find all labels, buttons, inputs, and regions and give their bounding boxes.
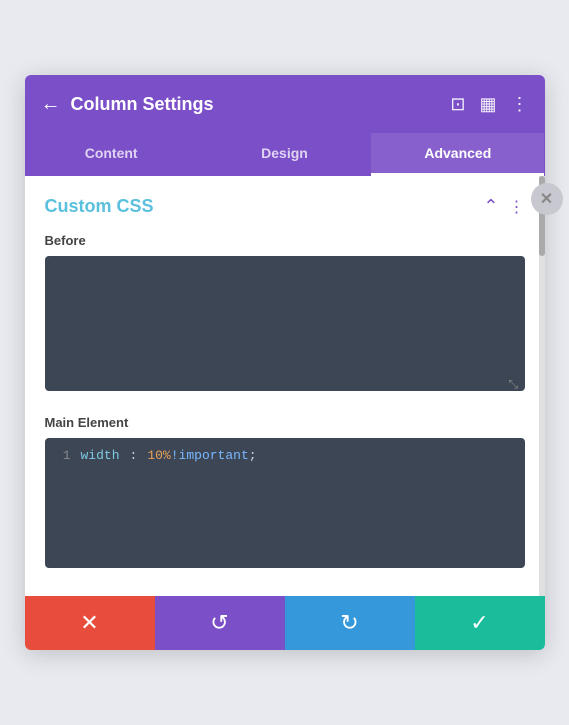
header-icons: ⊡ ▦ ⋮	[450, 94, 528, 115]
code-line-1: 1 width : 10%!important;	[57, 448, 513, 463]
resize-handle[interactable]: ⤡	[509, 377, 519, 387]
code-colon: :	[130, 448, 138, 463]
tab-design[interactable]: Design	[198, 133, 371, 176]
panel-wrapper: ← Column Settings ⊡ ▦ ⋮ Content Design A…	[25, 75, 545, 650]
tab-bar: Content Design Advanced	[25, 133, 545, 176]
section-controls: ⌃ ⋮	[483, 196, 524, 217]
code-semicolon: ;	[249, 448, 257, 463]
line-number: 1	[57, 448, 71, 463]
before-editor[interactable]: ⤡	[45, 256, 525, 391]
main-element-editor[interactable]: 1 width : 10%!important;	[45, 438, 525, 568]
collapse-icon[interactable]: ⌃	[483, 196, 498, 217]
panel-content: Custom CSS ⌃ ⋮ Before ⤡ Main Element	[25, 176, 545, 596]
save-button[interactable]: ✓	[415, 596, 545, 650]
tab-content[interactable]: Content	[25, 133, 198, 176]
cancel-button[interactable]: ✕	[25, 596, 155, 650]
columns-icon[interactable]: ▦	[479, 94, 496, 115]
redo-button[interactable]: ↻	[285, 596, 415, 650]
before-label: Before	[45, 233, 525, 248]
undo-button[interactable]: ↺	[155, 596, 285, 650]
main-element-field: Main Element 1 width : 10%!important;	[45, 415, 525, 568]
code-value-blue: !important	[171, 448, 249, 463]
code-value-orange: 10%	[147, 448, 170, 463]
frame-icon[interactable]: ⊡	[450, 94, 465, 115]
code-property: width	[81, 448, 120, 463]
panel-header: ← Column Settings ⊡ ▦ ⋮	[25, 75, 545, 133]
section-header: Custom CSS ⌃ ⋮	[45, 196, 525, 217]
column-settings-panel: ← Column Settings ⊡ ▦ ⋮ Content Design A…	[25, 75, 545, 650]
main-element-label: Main Element	[45, 415, 525, 430]
panel-title: Column Settings	[71, 94, 441, 115]
bottom-bar: ✕ ↺ ↻ ✓	[25, 596, 545, 650]
scrollbar-track[interactable]	[539, 176, 545, 596]
tab-advanced[interactable]: Advanced	[371, 133, 544, 176]
outer-close-button[interactable]: ✕	[531, 183, 563, 215]
back-icon[interactable]: ←	[41, 93, 61, 116]
before-field: Before ⤡	[45, 233, 525, 391]
section-more-icon[interactable]: ⋮	[509, 197, 525, 217]
more-icon[interactable]: ⋮	[511, 94, 529, 115]
section-title: Custom CSS	[45, 196, 154, 217]
